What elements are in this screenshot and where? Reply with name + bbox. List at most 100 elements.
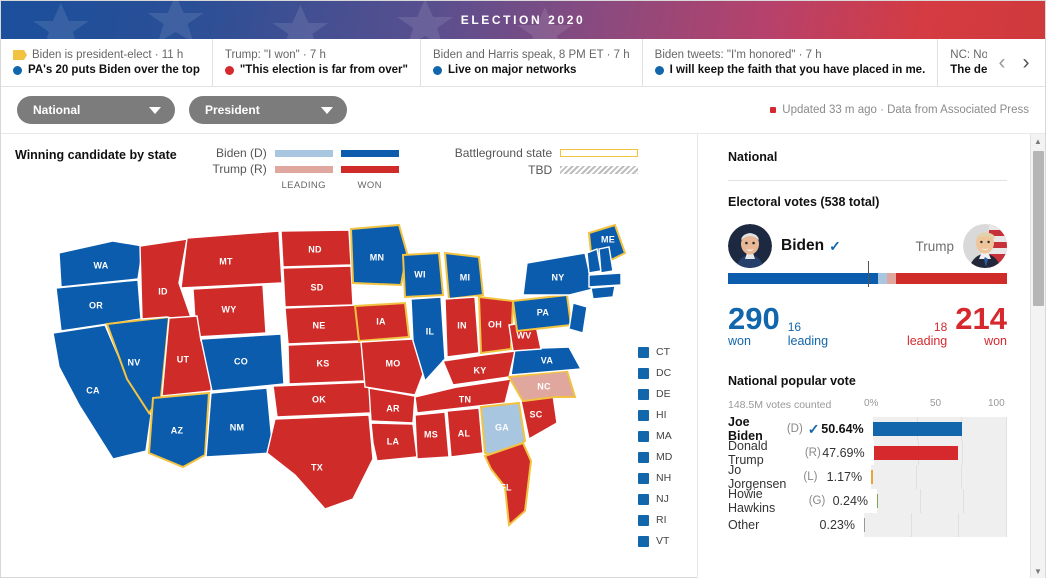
svg-text:OH: OH bbox=[488, 319, 502, 329]
popular-vote-axis-row: 148.5M votes counted 0% 50 100 bbox=[728, 398, 1007, 411]
small-state-label: MD bbox=[656, 451, 673, 463]
swatch-biden-leading bbox=[274, 149, 333, 157]
svg-text:SD: SD bbox=[310, 282, 323, 292]
party-dot-icon bbox=[654, 65, 664, 75]
state-swatch-icon bbox=[638, 430, 649, 442]
percent-cell: 47.69% bbox=[822, 446, 865, 460]
scope-select[interactable]: National bbox=[17, 96, 175, 124]
state-swatch-icon bbox=[638, 493, 649, 505]
ticker-item[interactable]: NC: No final results un The deadline for… bbox=[937, 39, 987, 86]
results-sidebar: National Electoral votes (538 total) Bid… bbox=[698, 134, 1045, 578]
legend-label-battleground: Battleground state bbox=[454, 146, 553, 160]
biden-won-group: 290 won bbox=[728, 303, 780, 348]
ticker-headline-row: Biden tweets: "I'm honored" · 7 h bbox=[655, 49, 926, 61]
ticker-item[interactable]: Biden tweets: "I'm honored" · 7 h I will… bbox=[641, 39, 938, 86]
bar-track bbox=[877, 489, 1007, 513]
small-state-item[interactable]: HI bbox=[638, 409, 684, 421]
controls-bar: National President Updated 33 m ago · Da… bbox=[1, 87, 1045, 134]
svg-text:MN: MN bbox=[370, 252, 385, 262]
vertical-scrollbar[interactable]: ▲ ▼ bbox=[1030, 134, 1045, 578]
small-state-item[interactable]: CT bbox=[638, 346, 684, 358]
state-swatch-icon bbox=[638, 367, 649, 379]
bar-track bbox=[864, 513, 1007, 537]
svg-text:LA: LA bbox=[387, 436, 400, 446]
election-results-app: ELECTION 2020 Biden is president-elect ·… bbox=[0, 0, 1046, 578]
small-state-label: MA bbox=[656, 430, 672, 442]
svg-text:OK: OK bbox=[312, 394, 326, 404]
small-state-item[interactable]: MA bbox=[638, 430, 684, 442]
state-swatch-icon bbox=[638, 514, 649, 526]
popular-vote-heading: National popular vote bbox=[728, 374, 856, 388]
small-state-item[interactable]: DE bbox=[638, 388, 684, 400]
svg-text:MI: MI bbox=[460, 272, 471, 282]
scrollbar-thumb[interactable] bbox=[1033, 151, 1044, 306]
scroll-up-icon[interactable]: ▲ bbox=[1031, 134, 1045, 149]
bar-biden-leading bbox=[878, 273, 887, 284]
ticker-headline: NC: No final results un bbox=[950, 49, 987, 61]
ticker-items: Biden is president-elect · 11 h PA's 20 … bbox=[1, 39, 987, 86]
state-NE-block-njmd bbox=[568, 302, 588, 334]
legend-won-label: WON bbox=[357, 180, 382, 191]
ticker-body-row: "This election is far from over" bbox=[224, 64, 408, 76]
scope-select-label: National bbox=[33, 103, 81, 117]
scroll-down-icon[interactable]: ▼ bbox=[1031, 564, 1045, 578]
svg-text:WY: WY bbox=[221, 304, 236, 314]
ticker-body: I will keep the faith that you have plac… bbox=[669, 64, 926, 76]
ticker-prev-button[interactable]: ‹ bbox=[991, 48, 1013, 78]
svg-text:IA: IA bbox=[376, 316, 386, 326]
table-row[interactable]: Jo Jorgensen (L) 1.17% bbox=[728, 463, 1007, 491]
svg-text:MO: MO bbox=[385, 358, 400, 368]
svg-text:SC: SC bbox=[529, 409, 542, 419]
ticker-item[interactable]: Trump: "I won" · 7 h "This election is f… bbox=[211, 39, 420, 86]
svg-text:NV: NV bbox=[127, 357, 140, 367]
ticker-headline: Biden tweets: "I'm honored" · 7 h bbox=[654, 49, 822, 61]
svg-text:ID: ID bbox=[158, 286, 168, 296]
trump-leading-group: 18 leading bbox=[907, 320, 947, 348]
popular-vote-table: Joe Biden (D) ✓ 50.64% Donald Trump (R) … bbox=[728, 415, 1007, 537]
ticker-body: Live on major networks bbox=[447, 64, 577, 76]
candidate-party: (D) bbox=[786, 423, 803, 435]
svg-text:PA: PA bbox=[537, 307, 550, 317]
small-state-item[interactable]: DC bbox=[638, 367, 684, 379]
bar-track bbox=[871, 465, 1007, 489]
small-state-item[interactable]: NH bbox=[638, 472, 684, 484]
svg-text:GA: GA bbox=[495, 422, 509, 432]
table-row[interactable]: Joe Biden (D) ✓ 50.64% bbox=[728, 415, 1007, 443]
biden-won-count: 290 bbox=[728, 301, 780, 336]
table-row[interactable]: Howie Hawkins (G) 0.24% bbox=[728, 487, 1007, 515]
trump-won-count: 214 bbox=[955, 301, 1007, 336]
biden-candidate[interactable]: Biden ✓ bbox=[728, 224, 841, 268]
ticker-body-row: Live on major networks bbox=[432, 64, 630, 76]
table-row[interactable]: Donald Trump (R) 47.69% bbox=[728, 439, 1007, 467]
bar-fill bbox=[873, 446, 958, 460]
candidate-party: (R) bbox=[804, 447, 821, 459]
electoral-votes-heading: Electoral votes (538 total) bbox=[728, 195, 880, 209]
biden-won-label: won bbox=[728, 334, 751, 348]
table-row[interactable]: Other 0.23% bbox=[728, 513, 1007, 537]
trump-candidate[interactable]: Trump bbox=[915, 224, 1007, 268]
small-state-item[interactable]: RI bbox=[638, 514, 684, 526]
us-map[interactable]: WA OR CA NV ID MT WY UT CO AZ NM ND SD N… bbox=[1, 191, 698, 578]
electoral-bar-wrapper bbox=[728, 261, 1007, 295]
small-states-legend: CT DC DE HI MA MD NH NJ RI VT bbox=[638, 346, 684, 547]
ticker-next-button[interactable]: › bbox=[1015, 48, 1037, 78]
trump-numbers: 18 leading 214 won bbox=[907, 303, 1007, 348]
svg-text:ND: ND bbox=[308, 244, 322, 254]
state-swatch-icon bbox=[638, 409, 649, 421]
ticker-item[interactable]: Biden is president-elect · 11 h PA's 20 … bbox=[1, 39, 212, 86]
us-map-wrapper: WA OR CA NV ID MT WY UT CO AZ NM ND SD N… bbox=[1, 191, 698, 578]
ticker-item[interactable]: Biden and Harris speak, 8 PM ET · 7 h Li… bbox=[419, 39, 642, 86]
race-select[interactable]: President bbox=[189, 96, 347, 124]
small-state-item[interactable]: NJ bbox=[638, 493, 684, 505]
svg-text:CO: CO bbox=[234, 356, 248, 366]
ticker-body-row: The deadline for abse bbox=[950, 64, 987, 76]
trump-portrait-icon bbox=[963, 224, 1007, 268]
legend-row-trump: Trump (R) bbox=[201, 162, 399, 176]
biden-leading-label: leading bbox=[787, 334, 829, 348]
small-state-item[interactable]: MD bbox=[638, 451, 684, 463]
sidebar-scope-title: National bbox=[728, 150, 778, 164]
svg-text:CA: CA bbox=[86, 385, 100, 395]
small-state-item[interactable]: VT bbox=[638, 535, 684, 547]
updated-status: Updated 33 m ago · Data from Associated … bbox=[770, 104, 1029, 116]
small-state-label: HI bbox=[656, 409, 667, 421]
